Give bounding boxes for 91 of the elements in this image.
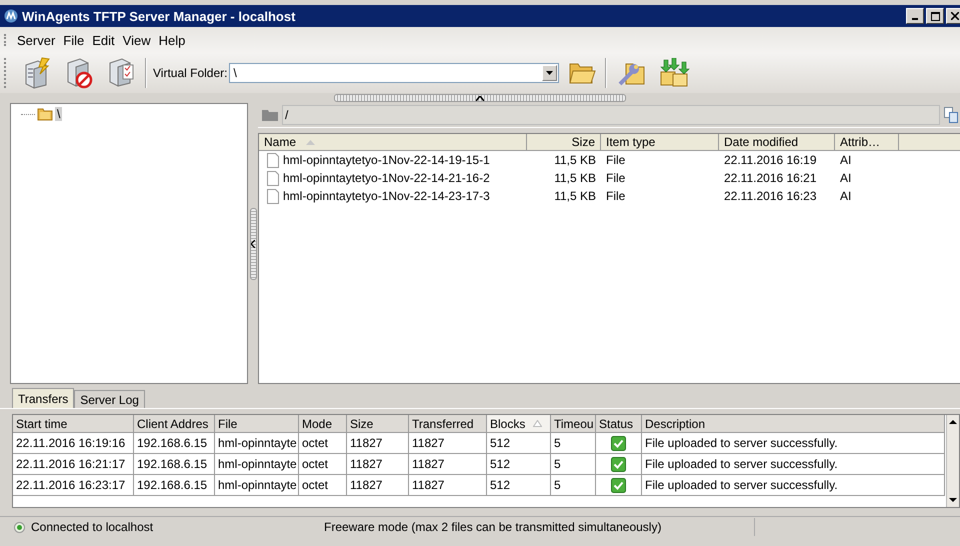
menu-item[interactable]: Edit xyxy=(88,32,119,48)
table-cell: 22.11.2016 16:23 xyxy=(724,189,817,203)
table-cell: 512 xyxy=(490,457,510,471)
table-cell: 22.11.2016 16:19:16 xyxy=(16,436,126,450)
table-cell: File xyxy=(606,189,626,203)
file-name[interactable]: hml-opinntaytetyo-1Nov-22-14-19-15-1 xyxy=(283,153,490,167)
table-cell: File uploaded to server successfully. xyxy=(645,457,838,471)
file-name[interactable]: hml-opinntaytetyo-1Nov-22-14-23-17-3 xyxy=(283,189,490,203)
table-cell: 11827 xyxy=(350,436,382,450)
table-cell: 22.11.2016 16:21 xyxy=(724,171,817,185)
splitter-handle[interactable] xyxy=(334,94,626,102)
table-cell: 11827 xyxy=(412,478,444,492)
table-cell: 11827 xyxy=(412,436,444,450)
sort-arrow-icon xyxy=(533,420,542,427)
file-icon xyxy=(267,170,279,186)
table-cell: AI xyxy=(840,153,852,167)
column-header[interactable]: Start time xyxy=(13,415,134,433)
virtual-folder-label: Virtual Folder: xyxy=(153,66,228,80)
column-header[interactable]: File xyxy=(215,415,299,433)
table-cell: 22.11.2016 16:19 xyxy=(724,153,817,167)
menu-item[interactable]: Server xyxy=(13,32,60,48)
table-cell: 192.168.6.15 xyxy=(137,457,208,471)
menu-item[interactable]: Help xyxy=(154,32,190,48)
table-cell: hml-opinntayte xyxy=(218,436,297,450)
tab[interactable]: Transfers xyxy=(12,388,74,408)
column-header[interactable]: Client Addres xyxy=(134,415,215,433)
table-cell: 5 xyxy=(554,457,561,471)
connection-status: Connected to localhost xyxy=(31,520,154,534)
column-header[interactable]: Size xyxy=(347,415,409,433)
grip-handle[interactable] xyxy=(4,58,9,88)
column-header[interactable]: Name xyxy=(259,134,527,151)
table-cell: 512 xyxy=(490,478,510,492)
splitter-handle[interactable] xyxy=(250,208,256,280)
column-header[interactable]: Blocks xyxy=(487,415,551,433)
tab[interactable]: Server Log xyxy=(74,390,145,408)
tree-item[interactable]: \ xyxy=(55,107,62,121)
table-cell: AI xyxy=(840,171,852,185)
folder-icon xyxy=(262,109,278,121)
app-icon xyxy=(4,9,18,23)
minimize-button[interactable] xyxy=(906,8,924,24)
file-name[interactable]: hml-opinntaytetyo-1Nov-22-14-21-16-2 xyxy=(283,171,490,185)
table-cell: octet xyxy=(302,457,328,471)
path-field[interactable]: / xyxy=(282,105,940,125)
table-cell: hml-opinntayte xyxy=(218,457,297,471)
column-header[interactable]: Timeou xyxy=(551,415,596,433)
table-cell: 22.11.2016 16:21:17 xyxy=(16,457,126,471)
column-header[interactable]: Size xyxy=(527,134,601,151)
table-cell: AI xyxy=(840,189,852,203)
column-header[interactable]: Attrib… xyxy=(835,134,899,151)
menu-item[interactable]: File xyxy=(59,32,88,48)
table-cell: File xyxy=(606,153,626,167)
table-cell: hml-opinntayte xyxy=(218,478,297,492)
scrollbar[interactable] xyxy=(946,415,959,507)
copy-icon[interactable] xyxy=(944,107,958,123)
close-icon xyxy=(951,12,959,20)
table-cell: 22.11.2016 16:23:17 xyxy=(16,478,126,492)
table-cell: 11827 xyxy=(350,457,382,471)
folder-icon xyxy=(37,107,53,121)
file-icon xyxy=(267,188,279,204)
table-cell: 192.168.6.15 xyxy=(137,478,208,492)
maximize-icon xyxy=(930,12,940,20)
table-cell: 5 xyxy=(554,478,561,492)
mode-status: Freeware mode (max 2 files can be transmitted simultaneously) xyxy=(324,520,662,534)
grip-handle[interactable] xyxy=(4,34,9,46)
column-header[interactable]: Transferred xyxy=(409,415,487,433)
column-header[interactable]: Item type xyxy=(601,134,719,151)
table-cell: 11,5 KB xyxy=(554,171,596,185)
table-cell: 11,5 KB xyxy=(554,189,596,203)
column-header[interactable]: Status xyxy=(596,415,642,433)
table-cell: File uploaded to server successfully. xyxy=(645,436,838,450)
table-cell: 11,5 KB xyxy=(554,153,596,167)
window-title: WinAgents TFTP Server Manager - localhost xyxy=(22,8,296,24)
sort-arrow-icon xyxy=(306,140,316,144)
table-cell: 5 xyxy=(554,436,561,450)
maximize-button[interactable] xyxy=(926,8,944,24)
table-cell: 11827 xyxy=(350,478,382,492)
table-cell: octet xyxy=(302,436,328,450)
table-cell: 512 xyxy=(490,436,510,450)
table-cell: File uploaded to server successfully. xyxy=(645,478,838,492)
table-cell: 192.168.6.15 xyxy=(137,436,208,450)
column-header[interactable]: Mode xyxy=(299,415,347,433)
table-cell: File xyxy=(606,171,626,185)
close-button[interactable] xyxy=(946,8,960,24)
column-header[interactable]: Description xyxy=(642,415,945,433)
menu-item[interactable]: View xyxy=(118,32,155,48)
file-icon xyxy=(267,152,279,168)
virtual-folder-dropdown[interactable]: \ xyxy=(229,63,560,83)
column-header[interactable]: Date modified xyxy=(719,134,835,151)
column-header[interactable] xyxy=(899,134,960,151)
table-cell: 11827 xyxy=(412,457,444,471)
table-cell: octet xyxy=(302,478,328,492)
